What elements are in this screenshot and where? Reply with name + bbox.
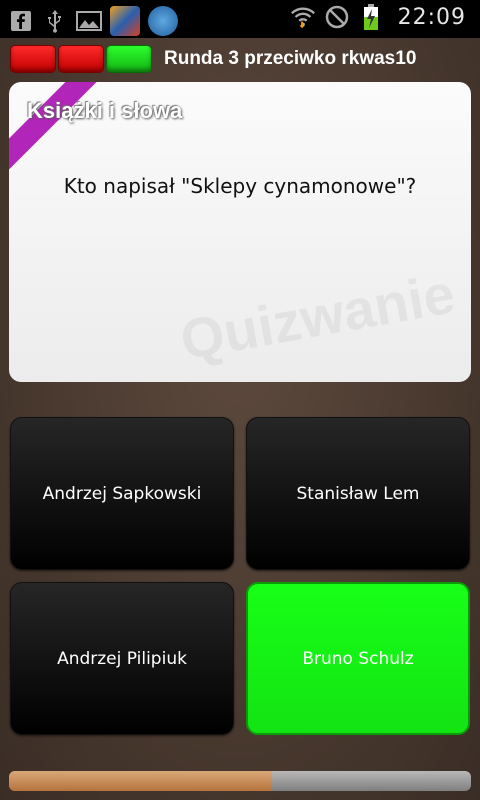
question-text: Kto napisał "Sklepy cynamonowe"? <box>63 174 417 198</box>
answer-button[interactable]: Andrzej Sapkowski <box>10 417 234 570</box>
category-ribbon <box>9 82 120 179</box>
usb-icon <box>42 8 68 34</box>
timer-bar <box>9 771 471 791</box>
round-title: Runda 3 przeciwko rkwas10 <box>164 48 417 69</box>
category-label: Książki i słowa <box>27 98 183 123</box>
question-card: Książki i słowa Kto napisał "Sklepy cyna… <box>9 82 471 382</box>
battery-charging-icon <box>358 4 384 30</box>
app-icon <box>148 6 178 36</box>
answer-button[interactable]: Stanisław Lem <box>246 417 470 570</box>
status-bar: 22:09 <box>0 0 480 38</box>
wifi-icon <box>290 4 316 30</box>
round-result-indicator <box>106 45 152 73</box>
timer-bar-fill <box>9 771 273 791</box>
answer-button[interactable]: Andrzej Pilipiuk <box>10 582 234 735</box>
round-result-indicator <box>58 45 104 73</box>
app-icon <box>110 6 140 36</box>
facebook-icon <box>8 8 34 34</box>
gallery-icon <box>76 8 102 34</box>
watermark: Quizwanie <box>175 261 460 372</box>
answer-button-correct[interactable]: Bruno Schulz <box>246 582 470 735</box>
round-header: Runda 3 przeciwko rkwas10 <box>10 44 470 74</box>
clock: 22:09 <box>397 4 466 30</box>
round-result-indicator <box>10 45 56 73</box>
no-signal-icon <box>324 4 350 30</box>
